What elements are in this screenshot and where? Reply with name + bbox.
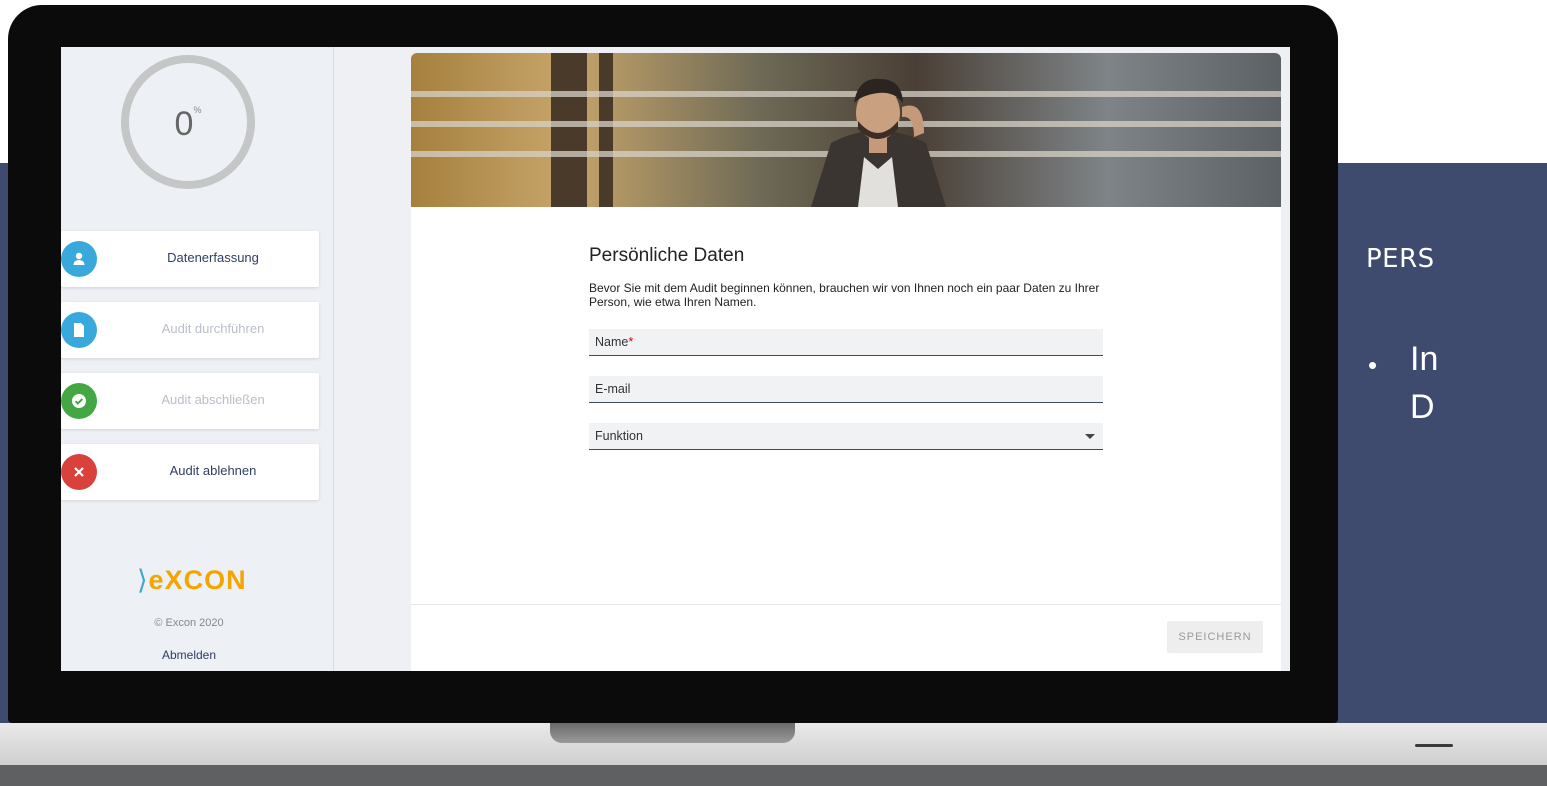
user-icon <box>61 241 97 277</box>
step-label: Audit durchführen <box>161 321 265 336</box>
check-icon <box>61 383 97 419</box>
step-label: Datenerfassung <box>167 250 259 265</box>
form-title: Persönliche Daten <box>589 245 745 266</box>
dropdown-arrow-icon[interactable] <box>1085 434 1095 439</box>
progress-ring: 0% <box>121 55 255 189</box>
progress-number: 0 <box>174 105 194 143</box>
step-audit-ablehnen[interactable]: Audit ablehnen <box>61 444 319 500</box>
step-label: Audit abschließen <box>161 392 265 407</box>
person-illustration <box>811 78 946 207</box>
step-datenerfassung[interactable]: Datenerfassung <box>61 231 319 287</box>
logo-text: eXCON <box>148 565 247 595</box>
name-label-text: Name <box>595 335 629 349</box>
slide-text-line2: D <box>1410 388 1435 426</box>
funktion-select[interactable]: Funktion <box>589 423 1103 450</box>
hero-image-detail <box>599 53 613 207</box>
main-card: Persönliche Daten Bevor Sie mit dem Audi… <box>411 53 1281 671</box>
name-field[interactable]: Name* <box>589 329 1103 356</box>
slide-text-line1: In <box>1410 340 1439 378</box>
sidebar: 0% Datenerfassung Audit durchführen Audi… <box>61 47 334 671</box>
excon-logo: ⟩eXCON <box>137 565 247 596</box>
slide-bullet: • <box>1368 350 1378 380</box>
laptop-base-line <box>1415 744 1453 747</box>
name-label: Name* <box>595 335 633 349</box>
save-button[interactable]: SPEICHERN <box>1167 621 1263 653</box>
logo-chevron: ⟩ <box>137 565 149 595</box>
progress-unit: % <box>193 105 202 115</box>
step-audit-abschliessen[interactable]: Audit abschließen <box>61 373 319 429</box>
slide-title: PERS <box>1366 244 1435 274</box>
copyright: © Excon 2020 <box>154 617 224 629</box>
footer-divider <box>411 604 1281 605</box>
laptop-notch <box>550 723 795 743</box>
step-audit-durchfuehren[interactable]: Audit durchführen <box>61 302 319 358</box>
email-label: E-mail <box>595 382 631 396</box>
progress-value: 0% <box>129 105 247 144</box>
step-label: Audit ablehnen <box>169 463 257 478</box>
form-description: Bevor Sie mit dem Audit beginnen können,… <box>589 281 1100 309</box>
required-mark: * <box>628 335 634 349</box>
funktion-label: Funktion <box>595 429 643 443</box>
app-screen: 0% Datenerfassung Audit durchführen Audi… <box>61 47 1290 671</box>
laptop-base-edge <box>0 765 1547 786</box>
hero-image-detail <box>551 53 587 207</box>
document-icon <box>61 312 97 348</box>
email-field[interactable]: E-mail <box>589 376 1103 403</box>
personal-data-form: Persönliche Daten Bevor Sie mit dem Audi… <box>589 223 1103 450</box>
logout-link[interactable]: Abmelden <box>61 648 317 662</box>
close-icon <box>61 454 97 490</box>
hero-image <box>411 53 1281 207</box>
